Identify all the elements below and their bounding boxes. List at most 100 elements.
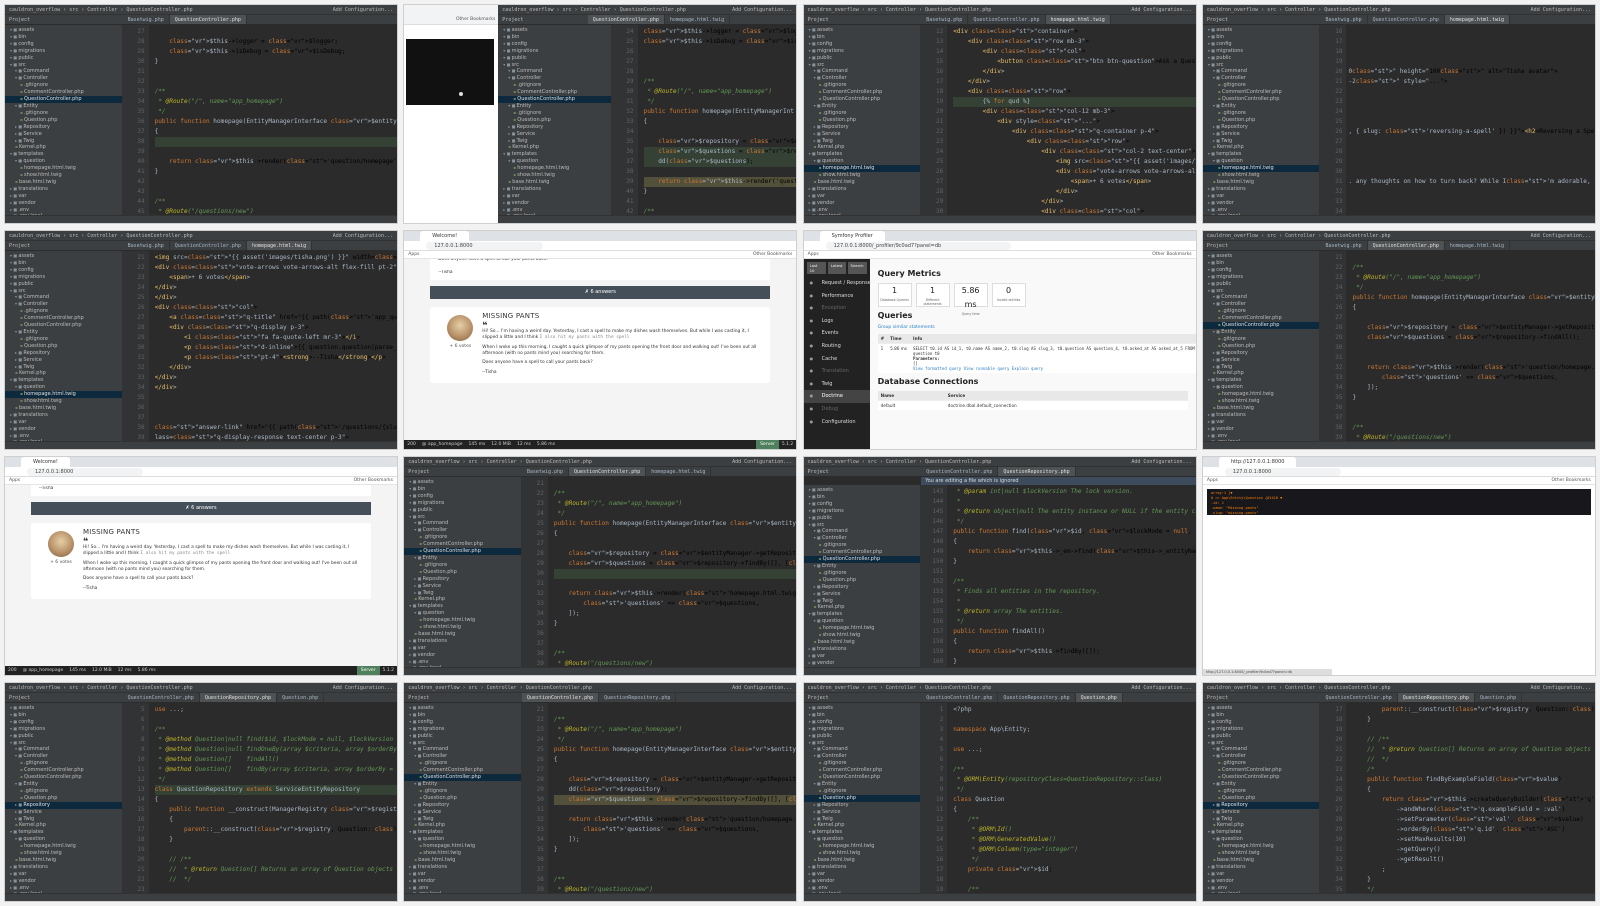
symfony-version[interactable]: 5.1.2 bbox=[380, 666, 397, 675]
editor-tab[interactable]: QuestionController.php bbox=[569, 467, 647, 476]
tree-item[interactable]: src bbox=[5, 62, 122, 69]
code-editor[interactable]: <img src=class="st">"{{ asset('images/ti… bbox=[149, 251, 397, 441]
tree-item[interactable]: bin bbox=[5, 260, 122, 267]
tree-item[interactable]: CommentController.php bbox=[5, 767, 122, 774]
tree-item[interactable]: migrations bbox=[5, 274, 122, 281]
tree-item[interactable]: Kernel.php bbox=[5, 370, 122, 377]
editor-tab[interactable]: Basetwig.php bbox=[921, 15, 969, 24]
tree-item[interactable]: Entity bbox=[404, 555, 521, 562]
add-configuration-button[interactable]: Add Configuration... bbox=[732, 457, 792, 466]
tree-item[interactable]: Kernel.php bbox=[404, 596, 521, 603]
tree-item[interactable]: vendor bbox=[5, 426, 122, 433]
question-title[interactable]: MISSING PANTS bbox=[482, 313, 762, 320]
add-configuration-button[interactable]: Add Configuration... bbox=[1531, 683, 1591, 692]
tree-item[interactable]: CommentController.php bbox=[804, 549, 921, 556]
code-editor[interactable]: use ...; /** * @method Question|null find… bbox=[149, 703, 397, 893]
tree-item[interactable]: config bbox=[404, 493, 521, 500]
tree-item[interactable]: .gitignore bbox=[804, 542, 921, 549]
tree-item[interactable]: Service bbox=[1203, 809, 1320, 816]
add-configuration-button[interactable]: Add Configuration... bbox=[333, 5, 393, 14]
tree-item[interactable]: src bbox=[5, 288, 122, 295]
tree-item[interactable]: Command bbox=[804, 746, 921, 753]
tree-item[interactable]: homepage.html.twig bbox=[1203, 391, 1320, 398]
tree-item[interactable]: QuestionController.php bbox=[1202, 322, 1320, 329]
tree-item[interactable]: Repository bbox=[5, 124, 122, 131]
tree-item[interactable]: Repository bbox=[804, 802, 921, 809]
url-field[interactable]: 127.0.0.1:8000 bbox=[1224, 468, 1342, 476]
editor-tab[interactable]: QuestionController.php bbox=[521, 693, 600, 702]
tree-item[interactable]: Kernel.php bbox=[404, 822, 521, 829]
tree-item[interactable]: bin bbox=[1203, 712, 1320, 719]
code-editor[interactable]: /** * @Route("/", name="app_homepage") *… bbox=[548, 703, 797, 893]
tree-item[interactable]: QuestionController.php bbox=[5, 96, 122, 103]
tree-item[interactable]: Question.php bbox=[1203, 117, 1320, 124]
tree-item[interactable]: Controller bbox=[1203, 75, 1320, 82]
tree-item[interactable]: vendor bbox=[5, 200, 122, 207]
tree-item[interactable]: Question.php bbox=[404, 795, 521, 802]
tree-item[interactable]: migrations bbox=[1203, 48, 1320, 55]
editor-tab[interactable]: homepage.html.twig bbox=[1445, 241, 1511, 250]
tree-item[interactable]: Repository bbox=[1203, 124, 1320, 131]
bookmark-apps[interactable]: Apps bbox=[9, 477, 20, 484]
tree-item[interactable]: QuestionController.php bbox=[5, 322, 122, 329]
tree-item[interactable]: Repository bbox=[1203, 350, 1320, 357]
tree-item[interactable]: CommentController.php bbox=[804, 767, 921, 774]
tree-item[interactable]: templates bbox=[498, 151, 610, 158]
tree-item[interactable]: assets bbox=[1203, 253, 1320, 260]
tree-item[interactable]: assets bbox=[5, 27, 122, 34]
add-configuration-button[interactable]: Add Configuration... bbox=[732, 5, 792, 14]
tree-item[interactable]: .env bbox=[1203, 433, 1320, 440]
tree-item[interactable]: homepage.html.twig bbox=[1203, 843, 1320, 850]
tree-item[interactable]: show.html.twig bbox=[5, 398, 122, 405]
tree-item[interactable]: question bbox=[804, 618, 921, 625]
tree-item[interactable]: CommentController.php bbox=[804, 89, 921, 96]
editor-tab[interactable]: QuestionController.php bbox=[921, 467, 999, 476]
tree-item[interactable]: CommentController.php bbox=[404, 767, 521, 774]
tree-item[interactable]: assets bbox=[5, 253, 122, 260]
tree-item[interactable]: bin bbox=[404, 712, 521, 719]
editor-tab[interactable]: QuestionController.php bbox=[169, 15, 247, 24]
editor-tab[interactable]: Question.php bbox=[277, 693, 325, 702]
tree-item[interactable]: Command bbox=[804, 68, 921, 75]
tree-item[interactable]: migrations bbox=[804, 508, 921, 515]
tree-item[interactable]: Command bbox=[5, 68, 122, 75]
tree-item[interactable]: .gitignore bbox=[804, 760, 921, 767]
tree-item[interactable]: .env bbox=[404, 659, 521, 666]
url-field[interactable]: 127.0.0.1:8000 bbox=[27, 468, 144, 476]
tree-item[interactable]: homepage.html.twig bbox=[5, 165, 122, 172]
latest-button[interactable]: Latest bbox=[827, 262, 846, 274]
tree-item[interactable]: Command bbox=[1203, 68, 1320, 75]
tree-item[interactable]: CommentController.php bbox=[404, 541, 521, 548]
tree-item[interactable]: Kernel.php bbox=[804, 822, 921, 829]
tree-item[interactable]: question bbox=[1203, 158, 1320, 165]
memory-usage[interactable]: 12.0 MiB bbox=[89, 666, 115, 675]
tree-item[interactable]: translations bbox=[804, 646, 921, 653]
editor-tab[interactable]: QuestionRepository.php bbox=[199, 693, 278, 702]
editor-tab[interactable]: homepage.html.twig bbox=[1045, 15, 1111, 24]
editor-tab[interactable]: QuestionController.php bbox=[1320, 693, 1398, 702]
tree-item[interactable]: public bbox=[5, 55, 122, 62]
tree-item[interactable]: templates bbox=[1203, 377, 1320, 384]
tree-item[interactable]: src bbox=[498, 62, 610, 69]
tree-item[interactable]: .gitignore bbox=[5, 82, 122, 89]
tree-item[interactable]: base.html.twig bbox=[804, 179, 921, 186]
profiler-menu-item[interactable]: Performance bbox=[804, 290, 870, 303]
add-configuration-button[interactable]: Add Configuration... bbox=[333, 231, 393, 240]
tree-item[interactable]: Kernel.php bbox=[5, 822, 122, 829]
tree-item[interactable]: question bbox=[804, 158, 921, 165]
tree-item[interactable]: Repository bbox=[1202, 801, 1320, 809]
tree-item[interactable]: Twig bbox=[498, 138, 610, 145]
tree-item[interactable]: Question.php bbox=[5, 343, 122, 350]
tree-item[interactable]: templates bbox=[804, 151, 921, 158]
tree-item[interactable]: Twig bbox=[1203, 816, 1320, 823]
tree-item[interactable]: Service bbox=[5, 131, 122, 138]
tree-item[interactable]: bin bbox=[804, 494, 921, 501]
tree-item[interactable]: Command bbox=[5, 746, 122, 753]
tree-item[interactable]: show.html.twig bbox=[5, 172, 122, 179]
bookmark-apps[interactable]: Apps bbox=[808, 251, 819, 258]
tree-item[interactable]: vendor bbox=[404, 652, 521, 659]
bookmark-other[interactable]: Other Bookmarks bbox=[354, 477, 393, 484]
tree-item[interactable]: vendor bbox=[1203, 878, 1320, 885]
tree-item[interactable]: translations bbox=[5, 186, 122, 193]
add-configuration-button[interactable]: Add Configuration... bbox=[1531, 231, 1591, 240]
